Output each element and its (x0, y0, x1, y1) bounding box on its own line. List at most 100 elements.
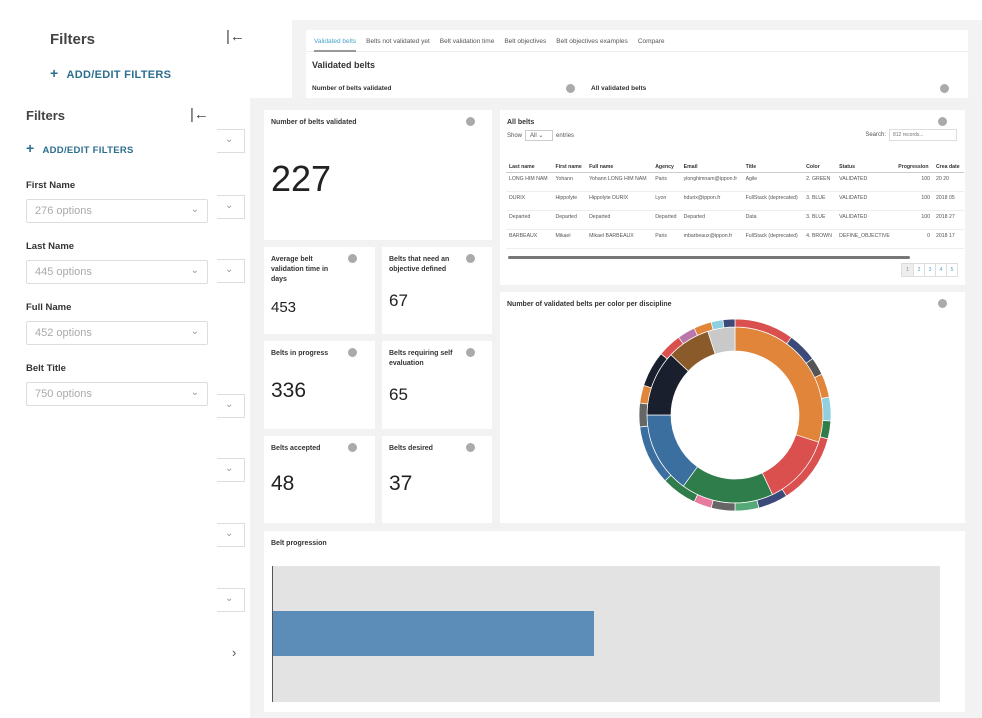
full-name-select[interactable]: 452 options ⌄ (26, 321, 208, 345)
info-icon[interactable] (466, 348, 475, 357)
collapse-sidebar-icon[interactable]: |← (226, 28, 245, 45)
horizontal-scrollbar[interactable] (508, 256, 910, 259)
kpi-need-objective: Belts that need an objective defined 67 (382, 247, 492, 334)
page-button[interactable]: 3 (924, 264, 935, 276)
chevron-down-icon: ⌄ (217, 588, 245, 612)
back-filters-title: Filters (50, 31, 96, 48)
table-cell: 100 (895, 172, 934, 192)
tab-validated-belts[interactable]: Validated belts (314, 38, 357, 52)
table-cell: Departed (680, 210, 743, 230)
table-cell: hdurix@ippon.fr (680, 191, 743, 211)
placeholder: 452 options (35, 327, 92, 339)
column-header[interactable]: Full name (586, 162, 653, 173)
kpi-value: 48 (271, 472, 295, 495)
table-cell: 0 (895, 229, 934, 249)
info-icon[interactable] (466, 117, 475, 126)
tab-not-validated[interactable]: Belts not validated yet (366, 38, 430, 51)
column-header[interactable]: Color (803, 162, 837, 173)
search-input[interactable] (889, 129, 957, 141)
table-cell: FullStack (deprecated) (742, 229, 804, 249)
kpi-title: Belts accepted (271, 445, 321, 452)
belt-progression-card: Belt progression (264, 531, 965, 712)
belts-table: Last name First name Full name Agency Email T… (506, 162, 964, 249)
info-icon[interactable] (348, 254, 357, 263)
table-cell: Lyon (652, 191, 681, 211)
table-cell: Departed (652, 210, 681, 230)
column-header[interactable]: Progression (895, 162, 934, 173)
table-row[interactable]: DURIX Hippolyte Hippolyte DURIX Lyon hdurix@… (506, 191, 964, 211)
table-cell: VALIDATED (836, 172, 896, 192)
section-title: Validated belts (312, 60, 376, 70)
table-cell: Yohann (552, 172, 587, 192)
chevron-right-icon[interactable]: › (232, 645, 236, 660)
table-cell: 2018 05 (933, 191, 964, 211)
tab-compare[interactable]: Compare (638, 38, 665, 51)
chevron-down-icon: ⌄ (190, 265, 199, 276)
table-row[interactable]: Departed Departed Departed Departed Departed… (506, 210, 964, 230)
filters-title: Filters (26, 108, 66, 123)
donut-chart (638, 318, 832, 512)
table-cell: 100 (895, 191, 934, 211)
table-cell: Paris (652, 229, 681, 249)
add-filters-button[interactable]: + ADD/EDIT FILTERS (26, 140, 134, 156)
chart-title: Belt progression (271, 540, 327, 547)
table-row[interactable]: BARBEAUX Mikael Mikael BARBEAUX Paris mbarbe… (506, 229, 964, 249)
table-cell: 4. BROWN (803, 229, 837, 249)
table-row[interactable]: LONG HIM NAM Yohann Yohann LONG HIM NAM Par… (506, 172, 964, 192)
column-header[interactable]: Crea date (933, 162, 964, 173)
filter-label: Full Name (26, 302, 72, 313)
page-button[interactable]: 1 (902, 264, 913, 276)
kpi-title: Belts desired (389, 445, 433, 452)
back-window: Validated belts Belts not validated yet … (292, 20, 982, 100)
info-icon[interactable] (466, 254, 475, 263)
kpi-value: 37 (389, 472, 413, 495)
value: All (530, 133, 537, 139)
chevron-down-icon: ⌄ (217, 259, 245, 283)
info-icon[interactable] (938, 117, 947, 126)
first-name-select[interactable]: 276 options ⌄ (26, 199, 208, 223)
back-card-title: All validated belts (591, 85, 647, 92)
dashboard: Number of belts validated 227 Average be… (250, 98, 982, 718)
column-header[interactable]: Email (680, 162, 743, 173)
table-cell: 2018 17 (933, 229, 964, 249)
outer-slice[interactable] (638, 402, 649, 428)
info-icon[interactable] (566, 84, 575, 93)
entries-select[interactable]: All ⌄ (525, 130, 554, 141)
tab-objectives[interactable]: Belt objectives (504, 38, 546, 51)
bar-track (272, 566, 940, 702)
back-card-title: Number of belts validated (312, 85, 392, 92)
outer-slice[interactable] (722, 318, 736, 329)
belt-title-select[interactable]: 750 options ⌄ (26, 382, 208, 406)
chevron-down-icon: ⌄ (190, 387, 199, 398)
info-icon[interactable] (348, 348, 357, 357)
column-header[interactable]: Status (836, 162, 896, 173)
placeholder: 445 options (35, 266, 92, 278)
outer-slice[interactable] (710, 319, 725, 331)
table-cell: Agile (742, 172, 804, 192)
column-header[interactable]: Agency (652, 162, 681, 173)
column-header[interactable]: Last name (506, 162, 553, 173)
chevron-down-icon: ⌄ (190, 204, 199, 215)
back-add-filters-button[interactable]: + ADD/EDIT FILTERS (50, 65, 171, 81)
last-name-select[interactable]: 445 options ⌄ (26, 260, 208, 284)
table-cell: BARBEAUX (506, 229, 553, 249)
tab-validation-time[interactable]: Belt validation time (440, 38, 495, 51)
label: ADD/EDIT FILTERS (42, 145, 134, 156)
kpi-value: 227 (271, 158, 332, 199)
inner-slice[interactable] (734, 326, 824, 443)
page-button[interactable]: 5 (946, 264, 957, 276)
pagination: 12345 (901, 263, 958, 277)
tab-objectives-examples[interactable]: Belt objectives examples (556, 38, 628, 51)
column-header[interactable]: First name (552, 162, 587, 173)
collapse-sidebar-icon[interactable]: |← (190, 106, 209, 123)
table-cell: LONG HIM NAM (506, 172, 553, 192)
info-icon[interactable] (940, 84, 949, 93)
info-icon[interactable] (466, 443, 475, 452)
page-button[interactable]: 4 (935, 264, 946, 276)
info-icon[interactable] (348, 443, 357, 452)
filter-label: Last Name (26, 241, 75, 252)
outer-slice[interactable] (821, 396, 832, 422)
column-header[interactable]: Title (742, 162, 804, 173)
page-button[interactable]: 2 (913, 264, 924, 276)
table-cell: 2018 27 (933, 210, 964, 230)
